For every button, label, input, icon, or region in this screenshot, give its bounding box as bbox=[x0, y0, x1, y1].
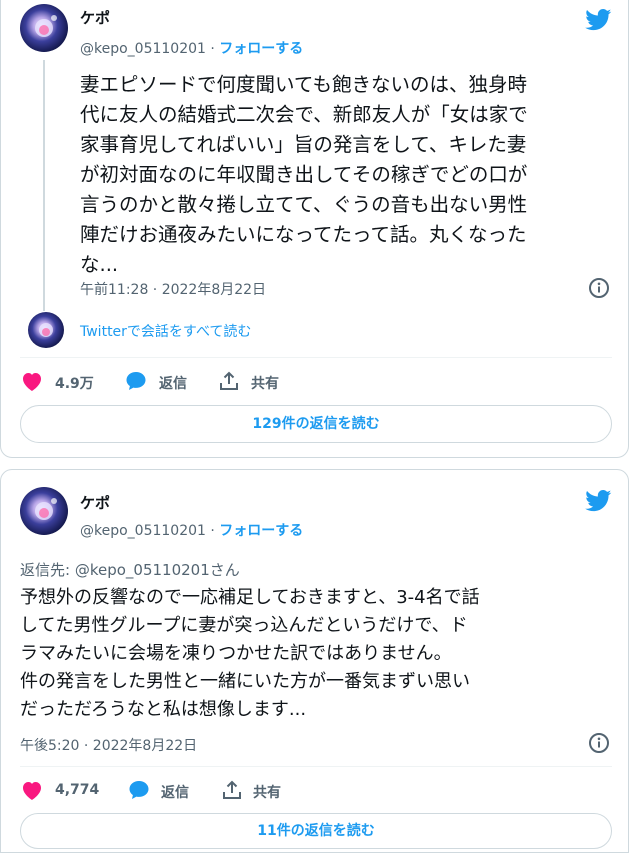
reply-bubble-icon[interactable] bbox=[124, 370, 148, 396]
tweet-timestamp[interactable]: 午前11:28 · 2022年8月22日 bbox=[80, 279, 266, 299]
tweet-text-line: ラマみたいに会場を凍りつかせた訳ではありません。 bbox=[20, 643, 452, 664]
heart-icon[interactable] bbox=[20, 779, 44, 805]
tweet-text-line: 代に友人の結婚式二次会で、新郎友人が「女は家で bbox=[80, 103, 528, 126]
reply-to-label[interactable]: 返信先: @kepo_05110201さん bbox=[20, 559, 240, 580]
reply-bubble-icon[interactable] bbox=[127, 779, 151, 805]
read-replies-button[interactable]: 11件の返信を読む bbox=[20, 813, 612, 849]
tweet-text-line: 妻エピソードで何度聞いても飽きないのは、独身時 bbox=[80, 73, 527, 96]
author-name[interactable]: ケポ bbox=[80, 7, 110, 28]
like-count[interactable]: 4,774 bbox=[55, 782, 99, 798]
tweet-card-1: ケポ @kepo_05110201 · フォローする 妻エピソードで何度聞いても… bbox=[0, 0, 629, 458]
separator-dot: · bbox=[210, 41, 215, 57]
divider bbox=[20, 766, 612, 767]
tweet-text-line: 陣だけお通夜みたいになってたって話。丸くなった bbox=[80, 223, 527, 246]
read-replies-button[interactable]: 129件の返信を読む bbox=[20, 405, 612, 443]
separator-dot: · bbox=[210, 523, 215, 539]
read-conversation-link[interactable]: Twitterで会話をすべて読む bbox=[80, 321, 251, 341]
tweet-text-line: してた男性グループに妻が突っ込んだというだけで、ド bbox=[20, 615, 468, 636]
author-handle-row: @kepo_05110201 · フォローする bbox=[80, 520, 303, 540]
share-icon[interactable] bbox=[221, 779, 243, 805]
tweet-text-line: 件の発言をした男性と一緒にいた方が一番気まずい思い bbox=[20, 671, 470, 692]
author-handle[interactable]: @kepo_05110201 bbox=[80, 41, 206, 57]
action-bar: 4,774 返信 共有 bbox=[20, 776, 420, 806]
avatar[interactable] bbox=[28, 312, 64, 348]
thread-line bbox=[43, 60, 45, 311]
heart-icon[interactable] bbox=[20, 370, 44, 396]
tweet-card-2: ケポ @kepo_05110201 · フォローする 返信先: @kepo_05… bbox=[0, 469, 629, 853]
twitter-bird-icon[interactable] bbox=[585, 490, 612, 512]
tweet-text-line: が初対面なのに年収聞き出してその稼ぎでどの口が bbox=[80, 163, 528, 186]
share-label[interactable]: 共有 bbox=[253, 782, 281, 802]
tweet-text-line: な... bbox=[80, 253, 119, 276]
tweet-text: 妻エピソードで何度聞いても飽きないのは、独身時 代に友人の結婚式二次会で、新郎友… bbox=[80, 70, 620, 280]
tweet-text-line: だっただろうなと私は想像します... bbox=[20, 699, 307, 720]
avatar[interactable] bbox=[20, 4, 68, 52]
action-bar: 4.9万 返信 共有 bbox=[20, 367, 420, 397]
author-handle[interactable]: @kepo_05110201 bbox=[80, 523, 206, 539]
tweet-text-line: 家事育児してればいい」旨の発言をして、キレた妻 bbox=[80, 133, 527, 156]
follow-button[interactable]: フォローする bbox=[219, 523, 303, 539]
divider bbox=[20, 357, 612, 358]
twitter-bird-icon[interactable] bbox=[585, 9, 612, 31]
follow-button[interactable]: フォローする bbox=[219, 41, 303, 57]
author-handle-row: @kepo_05110201 · フォローする bbox=[80, 38, 303, 58]
share-label[interactable]: 共有 bbox=[251, 373, 279, 393]
avatar[interactable] bbox=[20, 487, 68, 535]
author-name[interactable]: ケポ bbox=[80, 492, 110, 513]
tweet-text: 予想外の反響なので一応補足しておきますと、3-4名で話 してた男性グループに妻が… bbox=[20, 584, 620, 724]
reply-label[interactable]: 返信 bbox=[159, 373, 187, 393]
reply-label[interactable]: 返信 bbox=[161, 782, 189, 802]
tweet-text-line: 言うのかと散々捲し立てて、ぐうの音も出ない男性 bbox=[80, 193, 528, 216]
tweet-text-line: 予想外の反響なので一応補足しておきますと、3-4名で話 bbox=[20, 587, 480, 608]
like-count[interactable]: 4.9万 bbox=[55, 373, 94, 393]
share-icon[interactable] bbox=[218, 370, 240, 396]
tweet-timestamp[interactable]: 午後5:20 · 2022年8月22日 bbox=[20, 735, 197, 755]
info-icon[interactable] bbox=[588, 732, 610, 754]
info-icon[interactable] bbox=[588, 277, 610, 299]
